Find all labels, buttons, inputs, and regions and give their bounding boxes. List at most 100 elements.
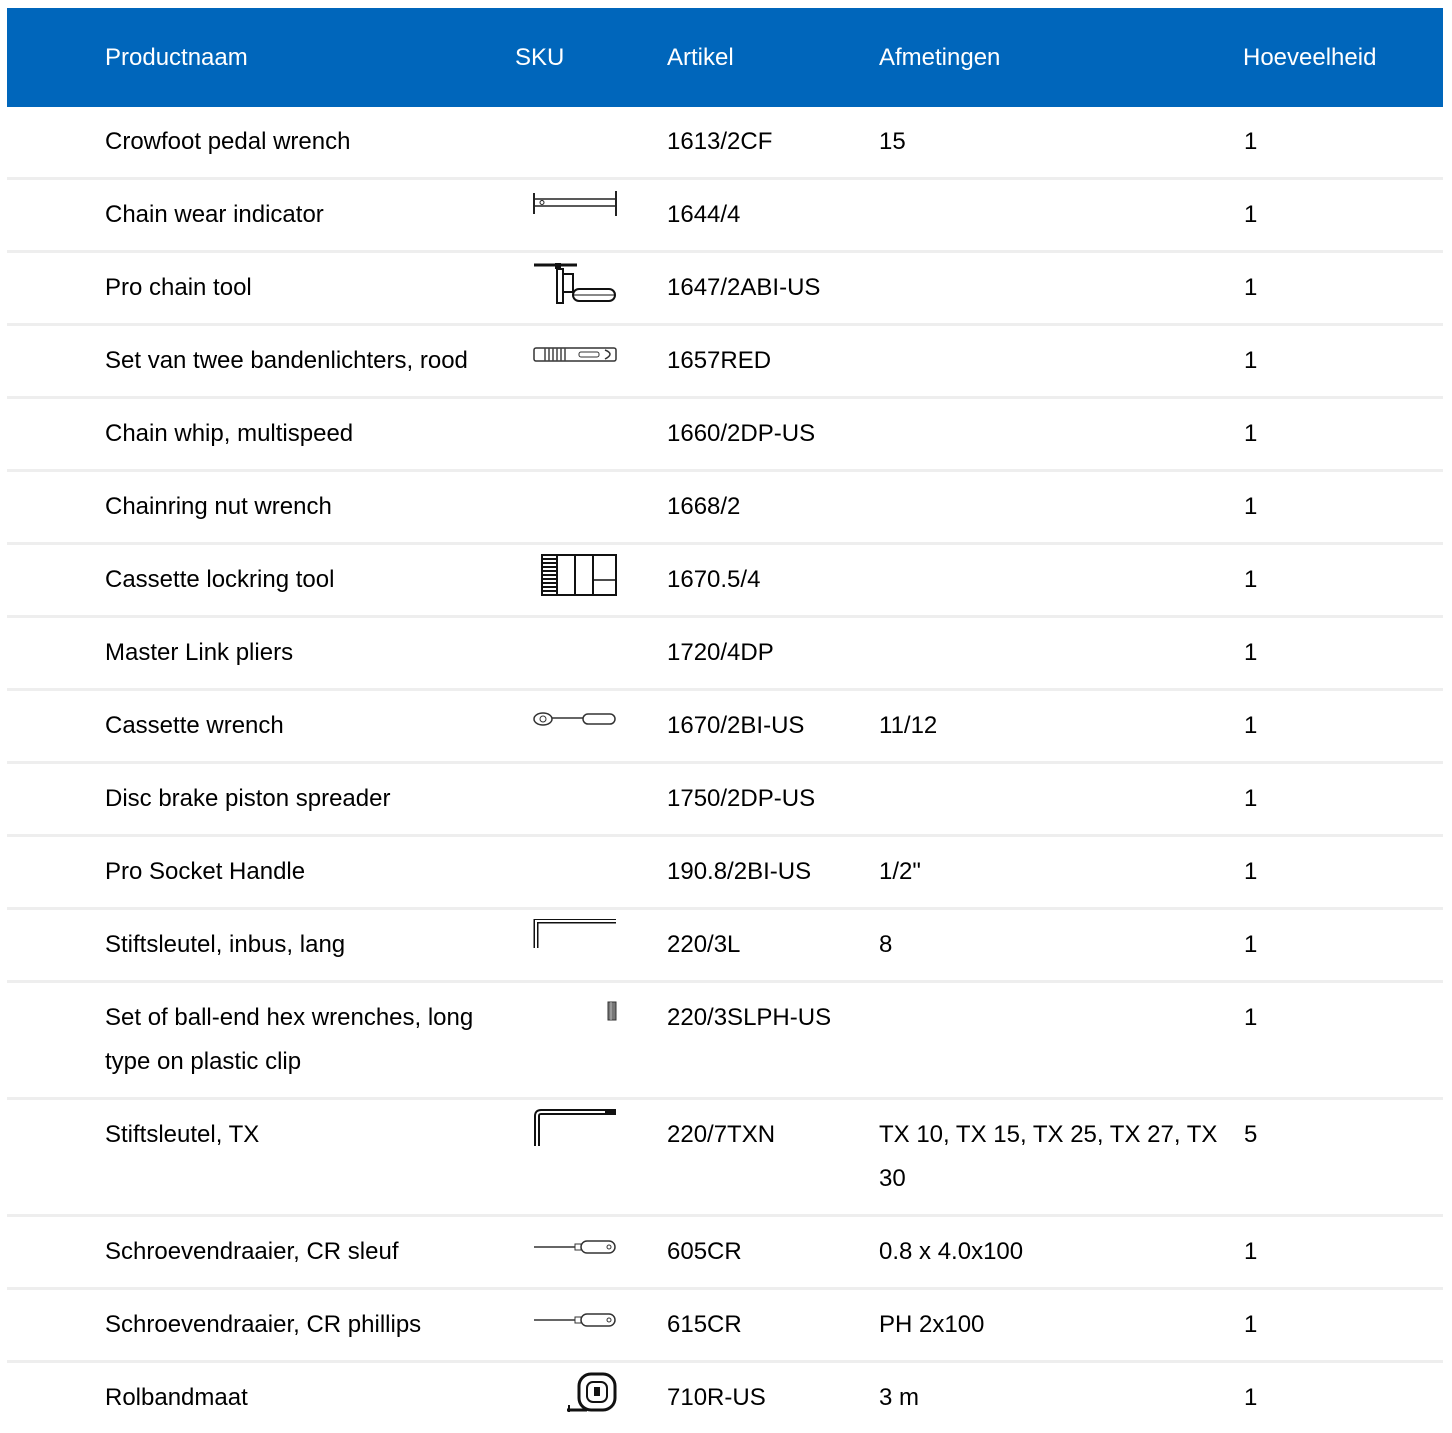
article-cell: 1670/2BI-US <box>667 690 879 763</box>
table-row: Disc brake piston spreader 1750/2DP-US 1 <box>7 763 1443 836</box>
product-name-cell: Rolbandmaat <box>105 1362 515 1433</box>
dimensions-cell <box>879 617 1243 690</box>
sku-cell <box>515 1362 667 1433</box>
article-cell: 1660/2DP-US <box>667 398 879 471</box>
table-row: Stiftsleutel, TX 220/7TXN TX 10, TX 15, … <box>7 1099 1443 1216</box>
table-body: Crowfoot pedal wrench 1613/2CF 15 1 Chai… <box>7 107 1443 1433</box>
header-row: Productnaam SKU Artikel Afmetingen Hoeve… <box>7 8 1443 107</box>
row-spacer <box>7 107 105 179</box>
product-name: Pro chain tool <box>105 274 252 301</box>
article-number: 1660/2DP-US <box>667 420 815 447</box>
product-name-cell: Cassette wrench <box>105 690 515 763</box>
sku-cell <box>515 982 667 1099</box>
table-row: Chain whip, multispeed 1660/2DP-US 1 <box>7 398 1443 471</box>
product-name: Stiftsleutel, inbus, lang <box>105 931 345 958</box>
article-number: 1668/2 <box>667 493 740 520</box>
article-cell: 220/3SLPH-US <box>667 982 879 1099</box>
quantity-cell: 1 <box>1243 836 1443 909</box>
sku-cell <box>515 1289 667 1362</box>
product-name: Stiftsleutel, TX <box>105 1121 259 1148</box>
row-spacer <box>7 179 105 252</box>
product-name-cell: Schroevendraaier, CR sleuf <box>105 1216 515 1289</box>
quantity-cell: 1 <box>1243 179 1443 252</box>
table-row: Schroevendraaier, CR sleuf 605CR 0.8 x 4… <box>7 1216 1443 1289</box>
quantity-cell: 1 <box>1243 252 1443 325</box>
product-name: Schroevendraaier, CR sleuf <box>105 1238 398 1265</box>
table-row: Rolbandmaat 710R-US 3 m 1 <box>7 1362 1443 1433</box>
quantity-value: 1 <box>1244 785 1257 812</box>
quantity-cell: 1 <box>1243 909 1443 982</box>
sku-cell <box>515 398 667 471</box>
article-cell: 220/3L <box>667 909 879 982</box>
product-name: Chain whip, multispeed <box>105 420 353 447</box>
product-name: Pro Socket Handle <box>105 858 305 885</box>
article-cell: 1613/2CF <box>667 107 879 179</box>
dimensions-value: 1/2" <box>879 858 921 885</box>
row-spacer <box>7 617 105 690</box>
dimensions-cell <box>879 763 1243 836</box>
hex-key-long-icon <box>533 919 617 964</box>
dimensions-cell: PH 2x100 <box>879 1289 1243 1362</box>
quantity-cell: 1 <box>1243 107 1443 179</box>
article-cell: 220/7TXN <box>667 1099 879 1216</box>
sku-cell <box>515 325 667 398</box>
product-name-cell: Set of ball-end hex wrenches, long type … <box>105 982 515 1099</box>
chain-wear-indicator-icon <box>533 189 617 233</box>
article-number: 1644/4 <box>667 201 740 228</box>
article-cell: 1720/4DP <box>667 617 879 690</box>
header-sku[interactable]: SKU <box>515 8 667 107</box>
quantity-cell: 1 <box>1243 982 1443 1099</box>
header-spacer <box>7 8 105 107</box>
sku-cell <box>515 544 667 617</box>
quantity-value: 1 <box>1244 712 1257 739</box>
product-name-cell: Chainring nut wrench <box>105 471 515 544</box>
header-quantity[interactable]: Hoeveelheid <box>1243 8 1443 107</box>
article-cell: 1668/2 <box>667 471 879 544</box>
table-row: Set van twee bandenlichters, rood 1657RE… <box>7 325 1443 398</box>
product-name-cell: Stiftsleutel, inbus, lang <box>105 909 515 982</box>
dimensions-cell <box>879 982 1243 1099</box>
product-name-cell: Chain wear indicator <box>105 179 515 252</box>
product-name: Set of ball-end hex wrenches, long type … <box>105 1004 473 1075</box>
article-cell: 1657RED <box>667 325 879 398</box>
product-name: Master Link pliers <box>105 639 293 666</box>
dimensions-cell <box>879 179 1243 252</box>
quantity-cell: 5 <box>1243 1099 1443 1216</box>
header-dimensions[interactable]: Afmetingen <box>879 8 1243 107</box>
dimensions-value: 3 m <box>879 1384 919 1411</box>
article-cell: 615CR <box>667 1289 879 1362</box>
quantity-cell: 1 <box>1243 617 1443 690</box>
article-number: 1670.5/4 <box>667 566 760 593</box>
quantity-value: 1 <box>1244 274 1257 301</box>
quantity-value: 1 <box>1244 1004 1257 1031</box>
row-spacer <box>7 398 105 471</box>
chain-tool-icon <box>533 262 617 321</box>
dimensions-cell: 8 <box>879 909 1243 982</box>
header-article[interactable]: Artikel <box>667 8 879 107</box>
sku-cell <box>515 836 667 909</box>
product-name: Schroevendraaier, CR phillips <box>105 1311 421 1338</box>
sku-cell <box>515 1099 667 1216</box>
ratchet-wrench-icon <box>533 700 617 744</box>
quantity-cell: 1 <box>1243 471 1443 544</box>
dimensions-cell: 11/12 <box>879 690 1243 763</box>
quantity-cell: 1 <box>1243 1362 1443 1433</box>
sku-cell <box>515 107 667 179</box>
dimensions-value: 15 <box>879 128 906 155</box>
row-spacer <box>7 471 105 544</box>
article-number: 220/3SLPH-US <box>667 1004 831 1031</box>
product-name-cell: Set van twee bandenlichters, rood <box>105 325 515 398</box>
row-spacer <box>7 544 105 617</box>
product-name-cell: Cassette lockring tool <box>105 544 515 617</box>
row-spacer <box>7 1289 105 1362</box>
article-cell: 605CR <box>667 1216 879 1289</box>
article-number: 190.8/2BI-US <box>667 858 811 885</box>
product-name-cell: Chain whip, multispeed <box>105 398 515 471</box>
hex-set-clip-icon <box>607 992 617 1036</box>
quantity-cell: 1 <box>1243 763 1443 836</box>
article-number: 1750/2DP-US <box>667 785 815 812</box>
article-number: 1720/4DP <box>667 639 774 666</box>
dimensions-cell: TX 10, TX 15, TX 25, TX 27, TX 30 <box>879 1099 1243 1216</box>
article-number: 615CR <box>667 1311 742 1338</box>
header-product[interactable]: Productnaam <box>105 8 515 107</box>
